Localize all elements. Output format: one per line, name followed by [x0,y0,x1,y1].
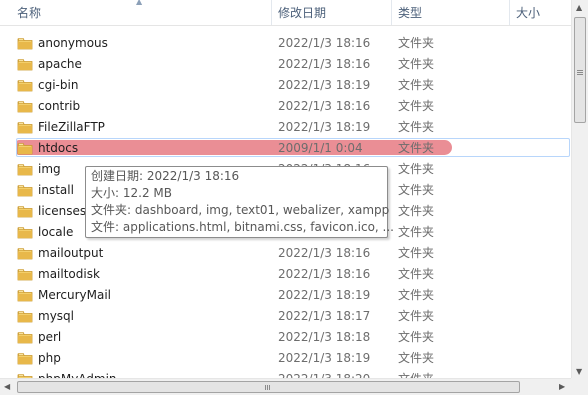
file-name: php [38,351,61,365]
folder-icon [17,352,33,365]
file-type: 文件夹 [398,330,435,344]
file-name: cgi-bin [38,78,79,92]
file-type: 文件夹 [398,141,435,155]
file-row[interactable]: perl 2022/1/3 18:18 文件夹 [0,327,571,348]
file-type: 文件夹 [398,267,435,281]
folder-icon [17,163,33,176]
column-header-size[interactable]: 大小 [516,0,540,25]
file-modified-date: 2022/1/3 18:16 [278,36,371,50]
file-type: 文件夹 [398,120,435,134]
scroll-down-icon[interactable]: ▼ [576,368,582,376]
file-modified-date: 2022/1/3 18:19 [278,351,371,365]
file-modified-date: 2022/1/3 18:16 [278,267,371,281]
file-row[interactable]: cgi-bin 2022/1/3 18:19 文件夹 [0,75,571,96]
folder-info-tooltip: 创建日期: 2022/1/3 18:16 大小: 12.2 MB 文件夹: da… [85,166,394,238]
folder-icon [17,142,33,155]
file-row[interactable]: mailoutput 2022/1/3 18:16 文件夹 [0,243,571,264]
file-row[interactable]: mysql 2022/1/3 18:17 文件夹 [0,306,571,327]
file-name: FileZillaFTP [38,120,105,134]
file-name: licenses [38,204,87,218]
file-type: 文件夹 [398,78,435,92]
folder-icon [17,37,33,50]
file-type: 文件夹 [398,225,435,239]
horizontal-scrollbar[interactable]: ◀ ▶ [0,378,571,395]
folder-icon [17,310,33,323]
file-row[interactable]: FileZillaFTP 2022/1/3 18:19 文件夹 [0,117,571,138]
file-row[interactable]: anonymous 2022/1/3 18:16 文件夹 [0,33,571,54]
folder-icon [17,184,33,197]
file-modified-date: 2022/1/3 18:16 [278,57,371,71]
vertical-scrollbar[interactable]: ▲ ▼ [571,0,588,381]
scroll-left-icon[interactable]: ◀ [4,383,10,391]
tooltip-size: 大小: 12.2 MB [91,186,172,200]
file-modified-date: 2009/1/1 0:04 [278,141,363,155]
folder-icon [17,79,33,92]
column-header-date[interactable]: 修改日期 [278,0,326,25]
scroll-up-icon[interactable]: ▲ [576,4,582,12]
column-divider[interactable] [391,0,392,25]
tooltip-folders: 文件夹: dashboard, img, text01, webalizer, … [91,203,390,217]
file-row[interactable]: mailtodisk 2022/1/3 18:16 文件夹 [0,264,571,285]
tooltip-created-date: 创建日期: 2022/1/3 18:16 [91,169,240,183]
file-type: 文件夹 [398,288,435,302]
file-modified-date: 2022/1/3 18:19 [278,78,371,92]
folder-icon [17,247,33,260]
file-type: 文件夹 [398,99,435,113]
file-type: 文件夹 [398,57,435,71]
file-type: 文件夹 [398,309,435,323]
file-modified-date: 2022/1/3 18:16 [278,99,371,113]
folder-icon [17,226,33,239]
file-name: apache [38,57,82,71]
column-divider[interactable] [509,0,510,25]
tooltip-files: 文件: applications.html, bitnami.css, favi… [91,220,394,234]
file-modified-date: 2022/1/3 18:16 [278,246,371,260]
file-row[interactable]: htdocs 2009/1/1 0:04 文件夹 [0,138,571,159]
file-row[interactable]: MercuryMail 2022/1/3 18:19 文件夹 [0,285,571,306]
file-name: locale [38,225,74,239]
vertical-scroll-thumb[interactable] [574,17,586,123]
horizontal-scroll-thumb[interactable] [17,381,520,393]
file-name: contrib [38,99,81,113]
file-modified-date: 2022/1/3 18:19 [278,120,371,134]
scrollbar-corner [571,378,588,395]
file-type: 文件夹 [398,36,435,50]
file-name: mysql [38,309,74,323]
file-name: anonymous [38,36,108,50]
file-modified-date: 2022/1/3 18:18 [278,330,371,344]
file-name: img [38,162,61,176]
file-modified-date: 2022/1/3 18:19 [278,288,371,302]
file-row[interactable]: php 2022/1/3 18:19 文件夹 [0,348,571,369]
column-divider[interactable] [271,0,272,25]
file-name: mailtodisk [38,267,100,281]
folder-icon [17,58,33,71]
file-row[interactable]: contrib 2022/1/3 18:16 文件夹 [0,96,571,117]
folder-icon [17,121,33,134]
folder-icon [17,331,33,344]
column-header-name[interactable]: 名称 [17,0,41,25]
file-name: MercuryMail [38,288,112,302]
file-name: perl [38,330,62,344]
file-type: 文件夹 [398,351,435,365]
folder-icon [17,205,33,218]
folder-icon [17,268,33,281]
file-name: mailoutput [38,246,104,260]
scroll-right-icon[interactable]: ▶ [559,383,565,391]
column-header-bar: ▲ 名称 修改日期 类型 大小 [0,0,571,26]
file-row[interactable]: apache 2022/1/3 18:16 文件夹 [0,54,571,75]
folder-icon [17,100,33,113]
file-name: htdocs [38,141,79,155]
sort-ascending-icon: ▲ [136,0,143,6]
scroll-grip-icon [265,385,266,390]
file-type: 文件夹 [398,204,435,218]
scroll-grip-icon [577,70,583,71]
column-header-type[interactable]: 类型 [398,0,422,25]
folder-icon [17,289,33,302]
file-type: 文件夹 [398,183,435,197]
file-modified-date: 2022/1/3 18:17 [278,309,371,323]
file-type: 文件夹 [398,246,435,260]
file-name: install [38,183,74,197]
file-type: 文件夹 [398,162,435,176]
